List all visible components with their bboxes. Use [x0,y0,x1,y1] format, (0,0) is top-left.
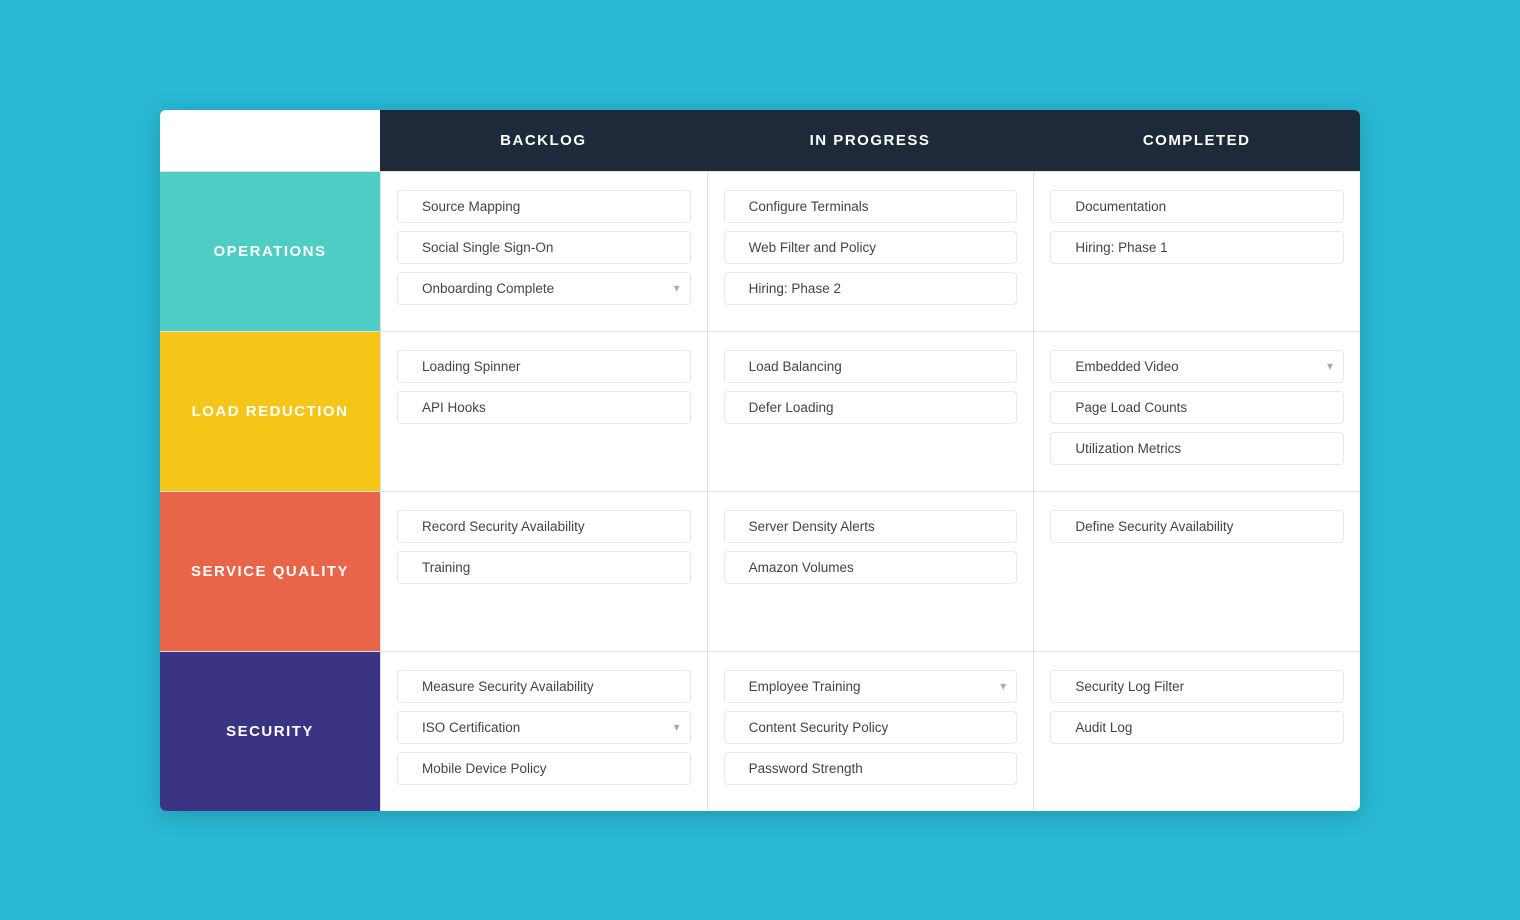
card-service-quality[interactable]: Record Security Availability [397,510,691,543]
chevron-down-icon: ▾ [1000,679,1006,693]
card-text: Utilization Metrics [1075,441,1333,456]
card-service-quality[interactable]: Amazon Volumes [724,551,1018,584]
card-text: Record Security Availability [422,519,680,534]
card-load-reduction[interactable]: Defer Loading [724,391,1018,424]
card-text: Employee Training [749,679,995,694]
card-text: Documentation [1075,199,1333,214]
category-label-operations: OPERATIONS [213,243,326,260]
backlog-cell-operations: Source Mapping Social Single Sign-On Onboa… [380,171,707,331]
card-service-quality[interactable]: Server Density Alerts [724,510,1018,543]
kanban-board: BACKLOG IN PROGRESS COMPLETED OPERATIONS… [160,110,1360,811]
card-text: Training [422,560,680,575]
category-load-reduction: LOAD REDUCTION [160,331,380,491]
board-grid: BACKLOG IN PROGRESS COMPLETED OPERATIONS… [160,110,1360,811]
completed-cell-operations: Documentation Hiring: Phase 1 [1033,171,1360,331]
card-text: Server Density Alerts [749,519,1007,534]
inprogress-cell-operations: Configure Terminals Web Filter and Policy… [707,171,1034,331]
card-load-reduction[interactable]: Utilization Metrics [1050,432,1344,465]
card-text: Source Mapping [422,199,680,214]
backlog-cell-service-quality: Record Security Availability Training [380,491,707,651]
category-label-service-quality: SERVICE QUALITY [191,563,349,580]
card-operations[interactable]: Web Filter and Policy [724,231,1018,264]
category-label-load-reduction: LOAD REDUCTION [192,403,349,420]
completed-cell-load-reduction: Embedded Video ▾ Page Load Counts Utilizati… [1033,331,1360,491]
chevron-down-icon: ▾ [674,720,680,734]
card-security[interactable]: Content Security Policy [724,711,1018,744]
completed-cell-service-quality: Define Security Availability [1033,491,1360,651]
card-text: ISO Certification [422,720,668,735]
card-security[interactable]: ISO Certification ▾ [397,711,691,744]
card-operations[interactable]: Onboarding Complete ▾ [397,272,691,305]
card-text: Amazon Volumes [749,560,1007,575]
card-security[interactable]: Password Strength [724,752,1018,785]
backlog-cell-load-reduction: Loading Spinner API Hooks [380,331,707,491]
card-load-reduction[interactable]: Embedded Video ▾ [1050,350,1344,383]
inprogress-cell-load-reduction: Load Balancing Defer Loading [707,331,1034,491]
card-text: Embedded Video [1075,359,1321,374]
completed-cell-security: Security Log Filter Audit Log [1033,651,1360,811]
card-text: Measure Security Availability [422,679,680,694]
card-operations[interactable]: Source Mapping [397,190,691,223]
category-security: SECURITY [160,651,380,811]
category-service-quality: SERVICE QUALITY [160,491,380,651]
card-text: Load Balancing [749,359,1007,374]
card-text: Mobile Device Policy [422,761,680,776]
backlog-cell-security: Measure Security Availability ISO Certifi… [380,651,707,811]
card-operations[interactable]: Hiring: Phase 1 [1050,231,1344,264]
card-load-reduction[interactable]: Load Balancing [724,350,1018,383]
card-operations[interactable]: Configure Terminals [724,190,1018,223]
card-text: Onboarding Complete [422,281,668,296]
card-load-reduction[interactable]: API Hooks [397,391,691,424]
card-text: Social Single Sign-On [422,240,680,255]
card-text: Password Strength [749,761,1007,776]
card-text: Security Log Filter [1075,679,1333,694]
card-text: Page Load Counts [1075,400,1333,415]
card-security[interactable]: Audit Log [1050,711,1344,744]
card-text: Content Security Policy [749,720,1007,735]
category-operations: OPERATIONS [160,171,380,331]
chevron-down-icon: ▾ [674,281,680,295]
card-text: API Hooks [422,400,680,415]
chevron-down-icon: ▾ [1327,359,1333,373]
header-inprogress: IN PROGRESS [707,110,1034,171]
category-label-security: SECURITY [226,723,314,740]
card-load-reduction[interactable]: Loading Spinner [397,350,691,383]
card-security[interactable]: Security Log Filter [1050,670,1344,703]
card-operations[interactable]: Social Single Sign-On [397,231,691,264]
card-text: Audit Log [1075,720,1333,735]
card-operations[interactable]: Hiring: Phase 2 [724,272,1018,305]
inprogress-cell-service-quality: Server Density Alerts Amazon Volumes [707,491,1034,651]
card-operations[interactable]: Documentation [1050,190,1344,223]
card-text: Hiring: Phase 1 [1075,240,1333,255]
card-text: Define Security Availability [1075,519,1333,534]
card-text: Loading Spinner [422,359,680,374]
header-completed: COMPLETED [1033,110,1360,171]
card-text: Configure Terminals [749,199,1007,214]
card-security[interactable]: Measure Security Availability [397,670,691,703]
card-text: Web Filter and Policy [749,240,1007,255]
header-empty [160,110,380,171]
card-service-quality[interactable]: Define Security Availability [1050,510,1344,543]
card-text: Hiring: Phase 2 [749,281,1007,296]
card-load-reduction[interactable]: Page Load Counts [1050,391,1344,424]
card-text: Defer Loading [749,400,1007,415]
card-security[interactable]: Employee Training ▾ [724,670,1018,703]
inprogress-cell-security: Employee Training ▾ Content Security Polic… [707,651,1034,811]
card-service-quality[interactable]: Training [397,551,691,584]
header-backlog: BACKLOG [380,110,707,171]
card-security[interactable]: Mobile Device Policy [397,752,691,785]
